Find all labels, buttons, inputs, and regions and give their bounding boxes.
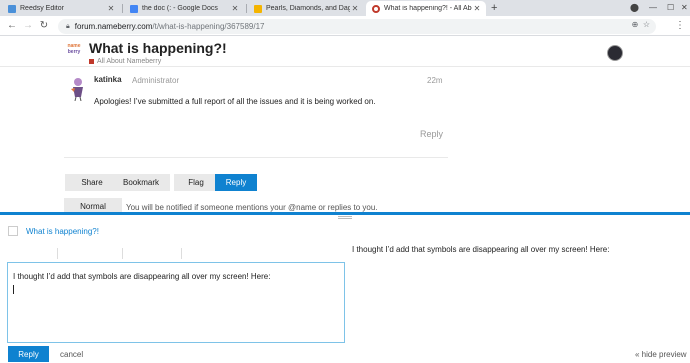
menu-kebab-icon[interactable]: ⋮ xyxy=(674,19,686,33)
reply-composer: What is happening?! I thought I’d add th… xyxy=(0,212,690,363)
url-path: /t/what-is-happening/367589/17 xyxy=(152,22,265,31)
browser-tab-active[interactable]: What is happening?! - All About N ✕ xyxy=(366,1,486,16)
nameberry-favicon-icon xyxy=(372,4,380,13)
toolbar-divider xyxy=(122,248,123,259)
tab-title: Reedsy Editor xyxy=(20,5,64,12)
minimize-icon[interactable]: — xyxy=(649,1,657,15)
reedsy-favicon-icon xyxy=(8,4,16,13)
draft-text: I thought I’d add that symbols are disap… xyxy=(13,272,271,281)
browser-toolbar: ← → ↻ 🔒︎ forum.nameberry.com/t/what-is-h… xyxy=(0,16,690,36)
close-tab-icon[interactable]: ✕ xyxy=(106,4,116,13)
hide-preview-link[interactable]: « hide preview xyxy=(635,350,687,359)
forum-header: name berry What is happening?! All About… xyxy=(0,37,690,67)
post-body: Apologies! I’ve submitted a full report … xyxy=(94,97,376,106)
lock-icon: 🔒︎ xyxy=(66,22,70,30)
bookmark-star-icon[interactable]: ☆ xyxy=(643,20,650,29)
submit-reply-button[interactable]: Reply xyxy=(8,346,49,362)
tab-title: Pearls, Diamonds, and Daggers xyxy=(266,5,350,12)
tab-divider xyxy=(122,4,123,13)
google-docs-favicon-icon xyxy=(130,4,138,13)
new-tab-button[interactable]: + xyxy=(491,1,497,15)
google-slides-favicon-icon xyxy=(254,4,262,13)
browser-tab-pearls[interactable]: Pearls, Diamonds, and Daggers ✕ xyxy=(248,1,364,16)
back-arrow-icon[interactable]: ← xyxy=(6,19,18,33)
browser-tab-reedsy[interactable]: Reedsy Editor ✕ xyxy=(2,1,120,16)
bookmark-button[interactable]: Bookmark xyxy=(112,174,170,191)
post-user-title: Administrator xyxy=(132,76,180,85)
editor-toolbar xyxy=(7,245,344,263)
category-badge[interactable]: All About Nameberry xyxy=(89,58,161,65)
post-username[interactable]: katinka xyxy=(94,75,122,84)
cancel-link[interactable]: cancel xyxy=(60,350,83,359)
katinka-avatar[interactable] xyxy=(68,75,88,101)
reply-preview: I thought I’d add that symbols are disap… xyxy=(352,245,610,254)
composer-resize-grip[interactable] xyxy=(338,216,352,219)
close-tab-icon[interactable]: ✕ xyxy=(230,4,240,13)
toolbar-divider xyxy=(181,248,182,259)
close-tab-icon[interactable]: ✕ xyxy=(350,4,360,13)
add-icon[interactable]: ⊕ xyxy=(632,20,639,29)
tab-title: What is happening?! - All About N xyxy=(384,5,472,12)
text-caret xyxy=(13,285,14,294)
reply-to-title[interactable]: What is happening?! xyxy=(26,227,99,236)
tab-divider xyxy=(246,4,247,13)
url-host: forum.nameberry.com xyxy=(74,22,153,31)
share-button[interactable]: Share xyxy=(65,174,119,191)
notification-description: You will be notified if someone mentions… xyxy=(126,203,378,212)
profile-icon[interactable]: ⬤ xyxy=(630,1,639,15)
reply-textarea[interactable]: I thought I’d add that symbols are disap… xyxy=(7,262,345,343)
tab-title: the doc (: - Google Docs xyxy=(142,5,218,12)
reply-to-topic[interactable]: What is happening?! xyxy=(8,226,99,236)
browser-tab-google-docs[interactable]: the doc (: - Google Docs ✕ xyxy=(124,1,244,16)
topic-title[interactable]: What is happening?! xyxy=(89,40,227,56)
address-bar[interactable]: 🔒︎ forum.nameberry.com/t/what-is-happeni… xyxy=(58,19,656,34)
reply-topic-button[interactable]: Reply xyxy=(215,174,257,191)
maximize-icon[interactable]: ☐ xyxy=(667,1,674,15)
tab-strip: Reedsy Editor ✕ the doc (: - Google Docs… xyxy=(0,0,690,16)
post-divider xyxy=(64,157,448,158)
category-name: All About Nameberry xyxy=(97,58,162,65)
reload-icon[interactable]: ↻ xyxy=(38,19,50,33)
close-tab-icon[interactable]: ✕ xyxy=(472,4,482,13)
reply-to-checkbox[interactable] xyxy=(8,226,18,236)
flag-button[interactable]: Flag xyxy=(174,174,218,191)
post-timestamp[interactable]: 22m xyxy=(427,76,443,85)
logo-bottom-text: berry xyxy=(67,49,81,55)
toolbar-divider xyxy=(57,248,58,259)
omnibox-actions: ⊕ ☆ xyxy=(632,20,650,29)
current-user-avatar[interactable] xyxy=(607,45,623,61)
close-window-icon[interactable]: ✕ xyxy=(681,1,688,15)
nameberry-logo[interactable]: name berry xyxy=(63,43,85,59)
category-color-icon xyxy=(89,59,94,64)
post-reply-button[interactable]: Reply xyxy=(420,129,443,139)
forward-arrow-icon[interactable]: → xyxy=(22,19,34,33)
